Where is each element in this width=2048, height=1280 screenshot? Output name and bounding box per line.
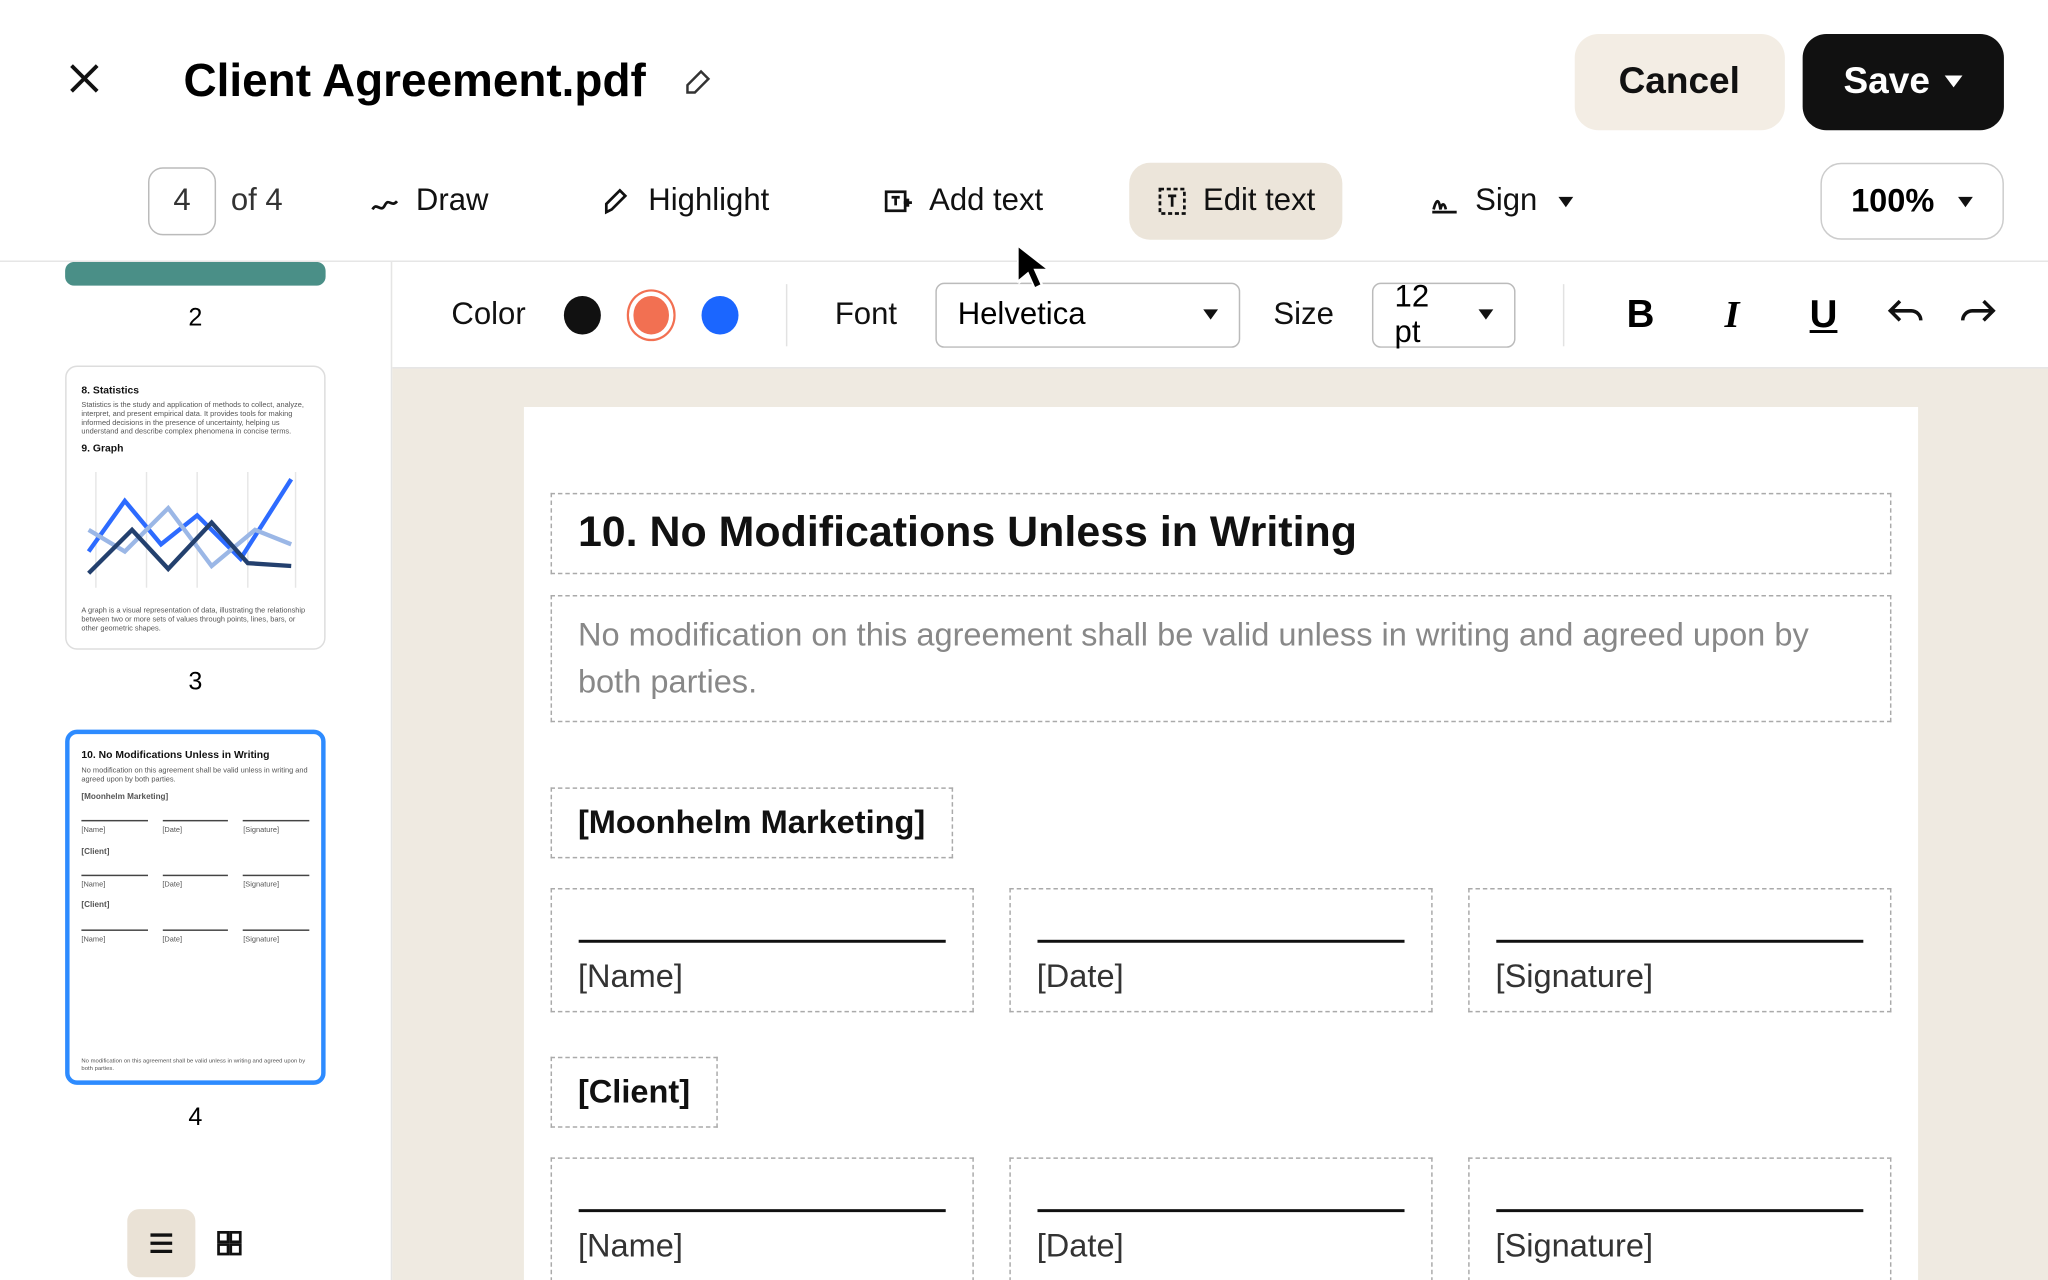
chevron-down-icon bbox=[1945, 75, 1963, 87]
save-label: Save bbox=[1844, 60, 1930, 103]
redo-button[interactable] bbox=[1960, 295, 1998, 333]
signature-row-2: [Name] [Date] [Signature] bbox=[550, 1157, 1891, 1280]
draw-tool[interactable]: Draw bbox=[342, 163, 515, 240]
thumbnail-page-3[interactable]: 8. Statistics Statistics is the study an… bbox=[65, 366, 325, 650]
color-swatch-black[interactable] bbox=[564, 295, 600, 333]
list-view-icon[interactable] bbox=[127, 1209, 195, 1277]
thumbnail-page-4[interactable]: 10. No Modifications Unless in Writing N… bbox=[65, 730, 325, 1085]
name-field[interactable]: [Name] bbox=[550, 1157, 973, 1280]
view-mode-toggle bbox=[127, 1194, 263, 1277]
close-button[interactable] bbox=[44, 39, 124, 123]
cursor-icon bbox=[1014, 244, 1052, 299]
undo-button[interactable] bbox=[1886, 295, 1924, 333]
divider bbox=[786, 283, 787, 345]
name-field[interactable]: [Name] bbox=[550, 888, 973, 1012]
page-total: of 4 bbox=[231, 184, 283, 220]
cancel-button[interactable]: Cancel bbox=[1574, 33, 1784, 129]
font-select[interactable]: Helvetica bbox=[935, 282, 1240, 347]
current-page-input[interactable]: 4 bbox=[148, 167, 216, 235]
chevron-down-icon bbox=[1204, 309, 1219, 319]
thumb-label-2: 2 bbox=[188, 303, 202, 333]
rename-icon[interactable] bbox=[678, 61, 719, 102]
grid-view-icon[interactable] bbox=[195, 1209, 263, 1277]
page-indicator: 4 of 4 bbox=[148, 167, 283, 235]
heading-textbox[interactable]: 10. No Modifications Unless in Writing bbox=[550, 493, 1891, 574]
underline-button[interactable]: U bbox=[1794, 283, 1853, 345]
add-text-tool[interactable]: Add text bbox=[855, 163, 1070, 240]
document-canvas[interactable]: 10. No Modifications Unless in Writing N… bbox=[392, 369, 2048, 1280]
bold-button[interactable]: B bbox=[1611, 283, 1670, 345]
highlight-tool[interactable]: Highlight bbox=[574, 163, 796, 240]
chevron-down-icon bbox=[1958, 196, 1973, 206]
size-select[interactable]: 12 pt bbox=[1372, 282, 1515, 347]
thumb-label-3: 3 bbox=[188, 667, 202, 697]
italic-button[interactable]: I bbox=[1703, 283, 1762, 345]
thumb-label-4: 4 bbox=[188, 1103, 202, 1133]
thumbnail-page-2-partial[interactable] bbox=[65, 262, 325, 286]
main-area: 2 8. Statistics Statistics is the study … bbox=[0, 260, 2048, 1280]
signature-field[interactable]: [Signature] bbox=[1467, 1157, 1890, 1280]
chevron-down-icon bbox=[1478, 309, 1493, 319]
font-label: Font bbox=[835, 297, 897, 333]
divider bbox=[1562, 283, 1563, 345]
body-textbox[interactable]: No modification on this agreement shall … bbox=[550, 595, 1891, 722]
signature-row-1: [Name] [Date] [Signature] bbox=[550, 888, 1891, 1012]
main-toolbar: 4 of 4 Draw Highlight Add text Edit text… bbox=[0, 163, 2048, 261]
edit-text-tool[interactable]: Edit text bbox=[1129, 163, 1342, 240]
mini-chart-icon bbox=[81, 465, 298, 595]
chevron-down-icon bbox=[1558, 196, 1573, 206]
party1-textbox[interactable]: [Moonhelm Marketing] bbox=[550, 787, 954, 858]
date-field[interactable]: [Date] bbox=[1009, 888, 1432, 1012]
signature-field[interactable]: [Signature] bbox=[1467, 888, 1890, 1012]
color-swatch-blue[interactable] bbox=[702, 295, 738, 333]
date-field[interactable]: [Date] bbox=[1009, 1157, 1432, 1280]
save-button[interactable]: Save bbox=[1802, 33, 2004, 129]
thumbnail-panel: 2 8. Statistics Statistics is the study … bbox=[0, 262, 392, 1280]
color-swatch-orange[interactable] bbox=[633, 295, 669, 333]
text-style-bar: Color Font Helvetica Size 12 pt B I U bbox=[392, 262, 2048, 369]
party2-textbox[interactable]: [Client] bbox=[550, 1056, 718, 1127]
color-label: Color bbox=[451, 297, 525, 333]
editor-pane: Color Font Helvetica Size 12 pt B I U bbox=[392, 262, 2048, 1280]
size-label: Size bbox=[1273, 297, 1333, 333]
app-header: Client Agreement.pdf Cancel Save bbox=[0, 0, 2048, 163]
zoom-selector[interactable]: 100% bbox=[1820, 163, 2004, 240]
page-4: 10. No Modifications Unless in Writing N… bbox=[523, 407, 1917, 1280]
document-title: Client Agreement.pdf bbox=[184, 55, 646, 108]
sign-tool[interactable]: Sign bbox=[1401, 163, 1599, 240]
